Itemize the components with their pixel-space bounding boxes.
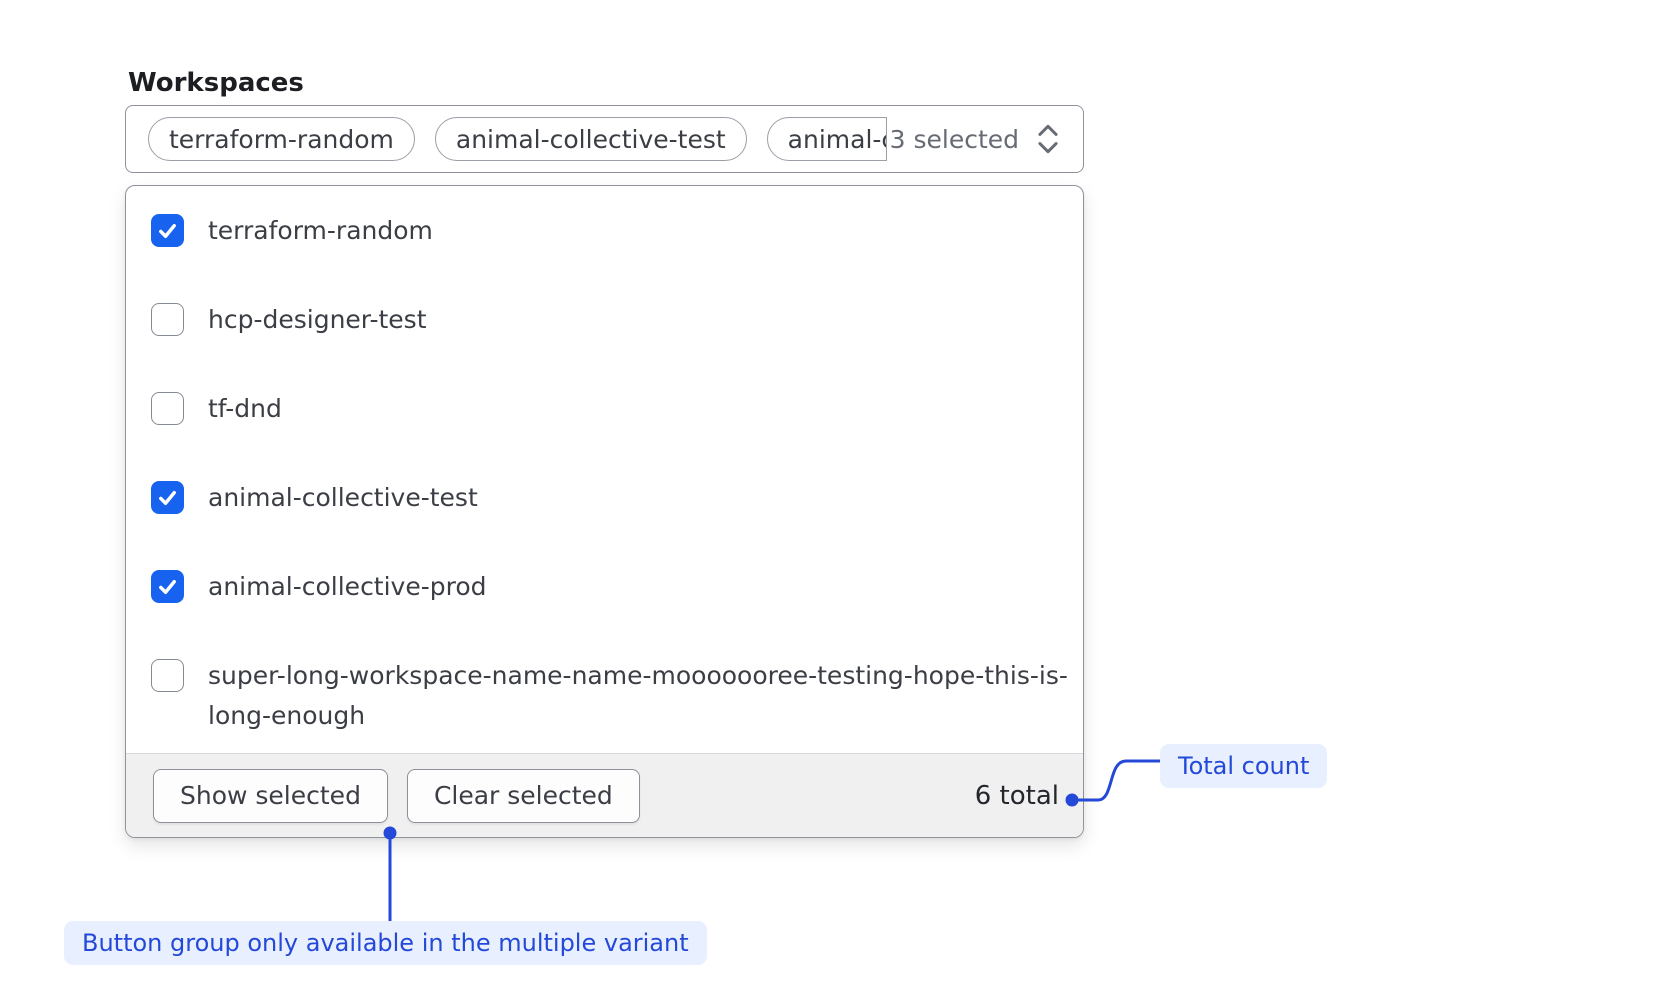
option-super-long-workspace[interactable]: super-long-workspace-name-name-moooooore… bbox=[151, 656, 1075, 736]
dropdown-panel: terraform-random hcp-designer-test tf-dn… bbox=[125, 185, 1084, 838]
total-count-text: 6 total bbox=[975, 781, 1059, 811]
clear-selected-button[interactable]: Clear selected bbox=[407, 769, 640, 823]
connector-dot bbox=[384, 827, 397, 840]
option-label: animal-collective-prod bbox=[208, 567, 487, 607]
button-group-annotation: Button group only available in the multi… bbox=[64, 921, 707, 965]
option-list: terraform-random hcp-designer-test tf-dn… bbox=[126, 186, 1083, 753]
option-animal-collective-prod[interactable]: animal-collective-prod bbox=[151, 567, 1075, 607]
checkbox-unchecked-icon[interactable] bbox=[151, 303, 184, 336]
option-label: animal-collective-test bbox=[208, 478, 478, 518]
show-selected-button[interactable]: Show selected bbox=[153, 769, 388, 823]
selected-tag: terraform-random bbox=[148, 117, 415, 161]
checkbox-unchecked-icon[interactable] bbox=[151, 392, 184, 425]
selected-tags: terraform-random animal-collective-test … bbox=[148, 117, 887, 161]
superselect-demo: Workspaces terraform-random animal-colle… bbox=[0, 0, 1672, 1008]
option-label: tf-dnd bbox=[208, 389, 282, 429]
option-label: super-long-workspace-name-name-moooooore… bbox=[208, 656, 1075, 736]
check-icon bbox=[155, 574, 180, 599]
option-animal-collective-test[interactable]: animal-collective-test bbox=[151, 478, 1075, 518]
check-icon bbox=[155, 218, 180, 243]
multi-select-trigger[interactable]: terraform-random animal-collective-test … bbox=[125, 105, 1084, 173]
option-label: terraform-random bbox=[208, 211, 433, 251]
selected-count: 3 selected bbox=[890, 125, 1019, 154]
workspaces-label: Workspaces bbox=[128, 68, 304, 98]
option-hcp-designer-test[interactable]: hcp-designer-test bbox=[151, 300, 1075, 340]
option-tf-dnd[interactable]: tf-dnd bbox=[151, 389, 1075, 429]
selected-count-group: 3 selected bbox=[890, 122, 1063, 156]
selected-tag-truncated: animal-co bbox=[767, 117, 887, 161]
checkbox-unchecked-icon[interactable] bbox=[151, 659, 184, 692]
check-icon bbox=[155, 485, 180, 510]
selected-tag: animal-collective-test bbox=[435, 117, 747, 161]
total-count-annotation: Total count bbox=[1160, 744, 1327, 788]
option-label: hcp-designer-test bbox=[208, 300, 427, 340]
total-count-connector-line bbox=[1060, 750, 1170, 810]
option-terraform-random[interactable]: terraform-random bbox=[151, 211, 1075, 251]
button-group-connector-line bbox=[375, 820, 405, 930]
caret-up-down-icon bbox=[1033, 122, 1063, 156]
checkbox-checked-icon[interactable] bbox=[151, 214, 184, 247]
connector-dot bbox=[1066, 794, 1079, 807]
dropdown-footer: Show selected Clear selected 6 total bbox=[126, 753, 1083, 837]
checkbox-checked-icon[interactable] bbox=[151, 570, 184, 603]
checkbox-checked-icon[interactable] bbox=[151, 481, 184, 514]
